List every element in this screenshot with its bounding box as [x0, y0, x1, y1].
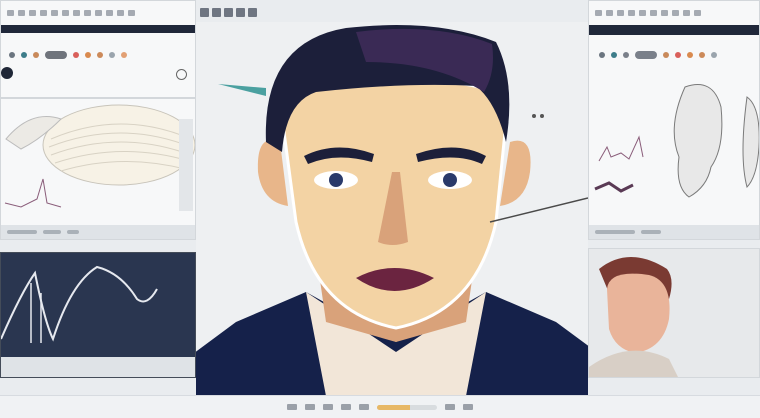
mini-wave: [594, 181, 634, 193]
selected-swatch[interactable]: [45, 51, 67, 59]
color-swatch[interactable]: [687, 52, 693, 58]
left-bottom-panel: [0, 252, 196, 378]
tool-icon[interactable]: [29, 10, 36, 16]
color-swatch[interactable]: [699, 52, 705, 58]
selected-swatch[interactable]: [635, 51, 657, 59]
left-top-header-strip: [1, 25, 195, 33]
tool-icon[interactable]: [606, 10, 613, 16]
tool-icon[interactable]: [73, 10, 80, 16]
tool-icon[interactable]: [617, 10, 624, 16]
color-swatches: [599, 51, 717, 59]
tool-icon[interactable]: [95, 10, 102, 16]
tool-icon[interactable]: [18, 10, 25, 16]
tool-icon[interactable]: [106, 10, 113, 16]
tool-icon[interactable]: [84, 10, 91, 16]
right-top-toolbar: [589, 7, 759, 19]
tool-icon[interactable]: [40, 10, 47, 16]
accent-stroke: [218, 84, 266, 96]
left-ear: [257, 140, 288, 206]
tool-icon[interactable]: [287, 404, 297, 410]
tool-icon[interactable]: [650, 10, 657, 16]
tool-icon[interactable]: [694, 10, 701, 16]
left-mid-panel: [0, 98, 196, 240]
tool-icon[interactable]: [117, 10, 124, 16]
tool-icon[interactable]: [359, 404, 369, 410]
face: [607, 273, 670, 353]
tool-icon[interactable]: [128, 10, 135, 16]
sculpt-preview: [594, 84, 759, 198]
color-swatch[interactable]: [21, 52, 27, 58]
right-iris: [443, 173, 457, 187]
side-scroll[interactable]: [179, 119, 193, 211]
color-swatch[interactable]: [663, 52, 669, 58]
tool-icon[interactable]: [463, 404, 473, 410]
right-top-panel: [588, 0, 760, 240]
color-swatch[interactable]: [85, 52, 91, 58]
tool-icon[interactable]: [7, 10, 14, 16]
playback-progress[interactable]: [377, 404, 437, 410]
right-top-status: [589, 225, 759, 239]
mini-wave: [4, 178, 62, 208]
window-title-icons: [200, 8, 257, 17]
tool-icon[interactable]: [51, 10, 58, 16]
tool-icon[interactable]: [200, 8, 209, 17]
color-swatch[interactable]: [611, 52, 617, 58]
tool-icon[interactable]: [212, 8, 221, 17]
color-swatch[interactable]: [97, 52, 103, 58]
radio-button[interactable]: [176, 69, 187, 80]
anchor-dot: [532, 114, 536, 118]
record-button[interactable]: [1, 67, 13, 79]
sculpt-shape: [742, 96, 759, 188]
color-swatch[interactable]: [711, 52, 717, 58]
color-swatch[interactable]: [9, 52, 15, 58]
tool-icon[interactable]: [236, 8, 245, 17]
tool-icon[interactable]: [661, 10, 668, 16]
color-swatch[interactable]: [121, 52, 127, 58]
tool-icon[interactable]: [305, 404, 315, 410]
right-bottom-panel: [588, 248, 760, 378]
waveform-chart: [1, 253, 195, 377]
tool-icon[interactable]: [62, 10, 69, 16]
tool-icon[interactable]: [628, 10, 635, 16]
left-bottom-status: [1, 357, 195, 377]
color-swatch[interactable]: [109, 52, 115, 58]
status-bar: [7, 230, 37, 234]
bottom-toolbar: [0, 395, 760, 418]
sculpt-shape: [673, 84, 723, 198]
status-bar: [67, 230, 79, 234]
portrait-illustration: [196, 25, 588, 396]
photo-portrait: [589, 257, 678, 377]
color-swatches: [9, 51, 127, 59]
status-bar: [595, 230, 635, 234]
left-top-toolbar: [1, 7, 195, 19]
shirt: [589, 350, 678, 377]
tool-icon[interactable]: [224, 8, 233, 17]
color-swatch[interactable]: [623, 52, 629, 58]
status-bar: [641, 230, 661, 234]
color-swatch[interactable]: [599, 52, 605, 58]
color-swatch[interactable]: [33, 52, 39, 58]
mini-wave: [598, 135, 644, 162]
anchor-dot: [540, 114, 544, 118]
status-bar: [43, 230, 61, 234]
feather-preview: [4, 104, 195, 211]
left-iris: [329, 173, 343, 187]
right-top-header-strip: [589, 25, 759, 35]
left-top-panel: [0, 0, 196, 98]
tool-icon[interactable]: [445, 404, 455, 410]
center-canvas[interactable]: [196, 22, 588, 396]
tool-icon[interactable]: [683, 10, 690, 16]
left-mid-status: [1, 225, 195, 239]
tool-icon[interactable]: [672, 10, 679, 16]
feather-shape: [42, 104, 195, 186]
tool-icon[interactable]: [248, 8, 257, 17]
progress-fill: [377, 404, 410, 410]
color-swatch[interactable]: [73, 52, 79, 58]
tool-icon[interactable]: [595, 10, 602, 16]
tool-icon[interactable]: [341, 404, 351, 410]
tool-icon[interactable]: [323, 404, 333, 410]
tool-icon[interactable]: [639, 10, 646, 16]
color-swatch[interactable]: [675, 52, 681, 58]
